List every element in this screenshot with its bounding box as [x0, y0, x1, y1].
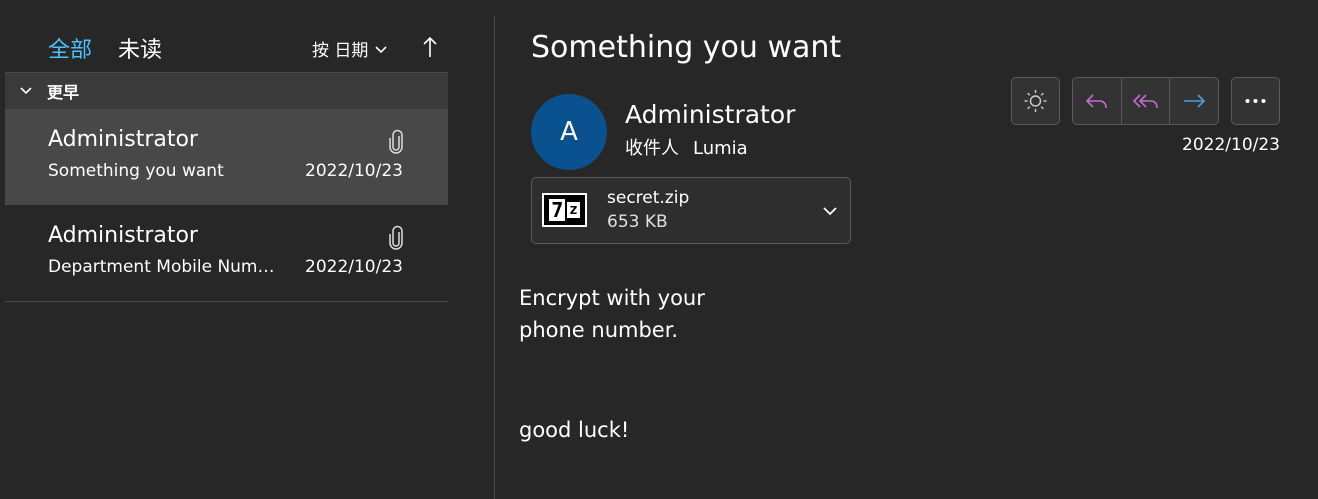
tab-unread[interactable]: 未读 [118, 32, 162, 72]
sort-label: 按 日期 [312, 41, 369, 61]
attachment-clip-icon [389, 225, 403, 250]
reply-all-icon [1132, 94, 1158, 108]
sort-by-date-button[interactable]: 按 日期 [312, 36, 388, 61]
forward-button[interactable] [1169, 78, 1218, 124]
attachment-clip-icon [389, 129, 403, 154]
body-line: Encrypt with your [519, 286, 705, 310]
recipient-line: 收件人 Lumia [625, 134, 748, 160]
attachment-name: secret.zip [607, 188, 690, 208]
sun-icon [1024, 90, 1047, 112]
reply-button[interactable] [1073, 78, 1121, 124]
theme-toggle-button[interactable] [1011, 77, 1060, 125]
list-item-subject: Department Mobile Number List [48, 257, 280, 277]
sort-ascending-arrow-icon[interactable] [420, 34, 440, 60]
attachment-card[interactable]: 7z secret.zip 653 KB [531, 177, 851, 244]
more-horizontal-icon [1245, 99, 1266, 103]
sender-name[interactable]: Administrator [625, 100, 795, 129]
avatar[interactable]: A [531, 94, 607, 170]
tab-all[interactable]: 全部 [48, 32, 93, 74]
reading-pane: Something you want A Administrator 收件人 Lu… [495, 0, 1318, 499]
group-header-earlier[interactable]: 更早 [5, 72, 448, 110]
more-actions-button[interactable] [1231, 77, 1280, 125]
list-item-subject: Something you want [48, 161, 224, 181]
group-label: 更早 [47, 83, 80, 102]
recipient-label: 收件人 [625, 138, 679, 159]
list-item[interactable]: Administrator Something you want 2022/10… [5, 109, 448, 205]
chevron-down-icon [375, 45, 387, 53]
body-line: phone number. [519, 318, 679, 342]
mail-app: 全部 未读 按 日期 更早 Administrator Something yo… [0, 0, 1318, 499]
list-item-date: 2022/10/23 [305, 257, 403, 277]
attachment-size: 653 KB [607, 212, 668, 232]
list-item-date: 2022/10/23 [305, 161, 403, 181]
chevron-down-icon[interactable] [822, 204, 838, 218]
list-item[interactable]: Administrator Department Mobile Number L… [5, 205, 448, 301]
forward-arrow-icon [1184, 94, 1206, 108]
chevron-down-icon [20, 87, 32, 95]
message-date: 2022/10/23 [1182, 135, 1280, 155]
recipient-name[interactable]: Lumia [693, 138, 748, 159]
reply-icon [1085, 94, 1107, 108]
7z-icon: 7z [542, 193, 587, 227]
filter-tabs: 全部 未读 [48, 32, 162, 74]
reply-actions [1072, 77, 1219, 125]
body-line: good luck! [519, 418, 630, 442]
list-divider [5, 301, 448, 302]
message-title: Something you want [531, 30, 842, 65]
reply-all-button[interactable] [1120, 78, 1170, 124]
message-list-pane: 全部 未读 按 日期 更早 Administrator Something yo… [0, 0, 494, 499]
list-item-sender: Administrator [48, 127, 198, 152]
list-item-sender: Administrator [48, 223, 198, 248]
